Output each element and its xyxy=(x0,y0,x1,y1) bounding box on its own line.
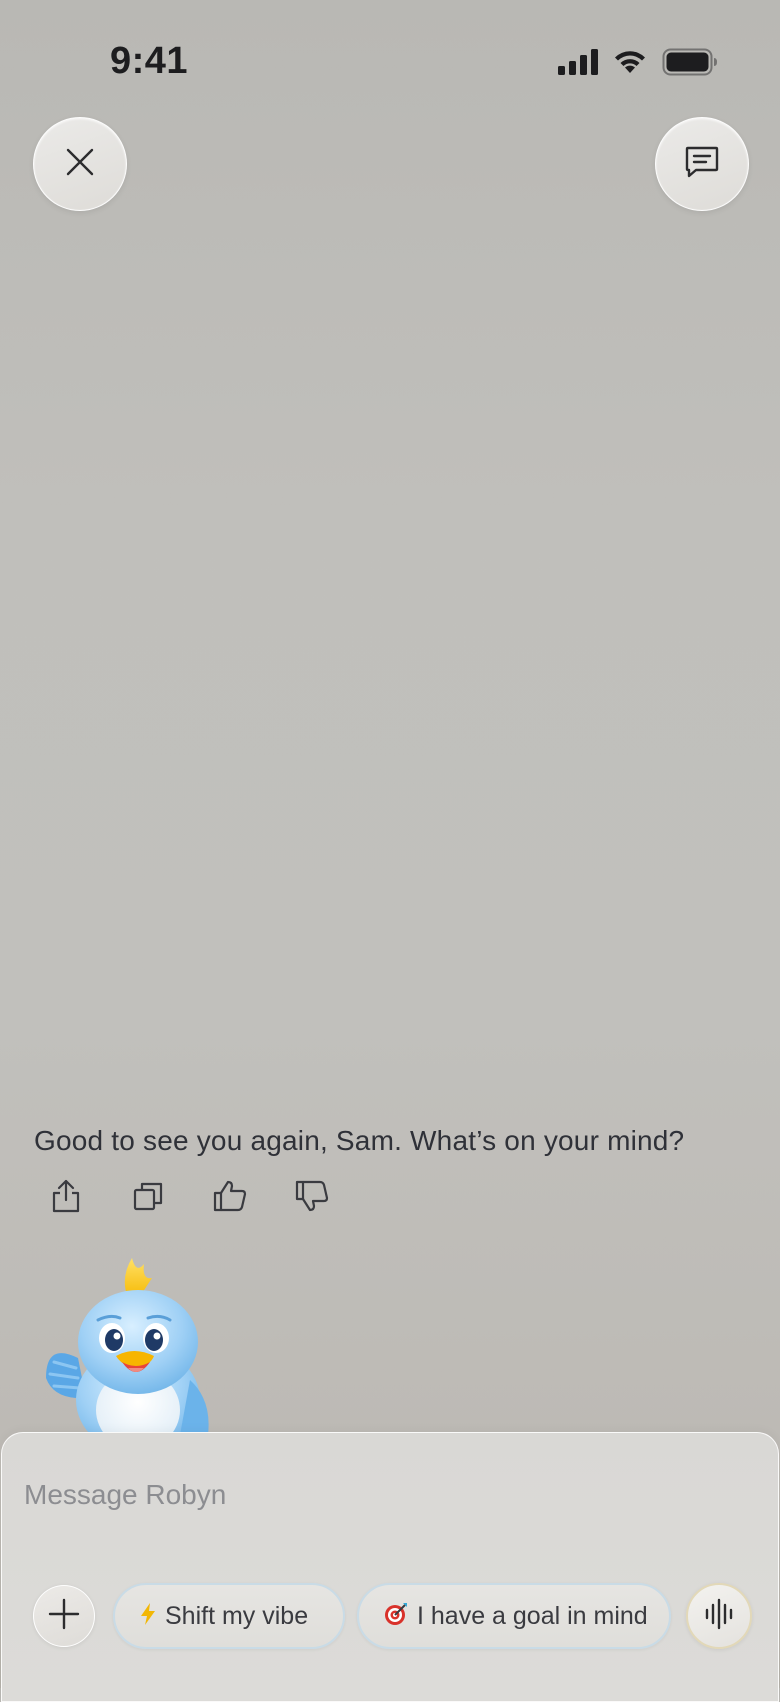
battery-icon xyxy=(662,48,718,81)
status-bar: 9:41 xyxy=(0,0,780,110)
copy-icon xyxy=(132,1180,164,1217)
lightning-icon xyxy=(139,1602,157,1630)
suggestion-chip-label: Shift my vibe xyxy=(165,1601,309,1630)
robyn-mascot-bird xyxy=(40,1250,220,1454)
message-actions xyxy=(48,1178,330,1219)
status-icons xyxy=(558,48,718,81)
suggestion-chip-goal-in-mind[interactable]: I have a goal in mind xyxy=(357,1583,671,1649)
chat-history-button[interactable] xyxy=(655,117,749,211)
wifi-icon xyxy=(612,49,648,80)
share-button[interactable] xyxy=(48,1178,84,1219)
thumbs-down-icon xyxy=(294,1179,330,1218)
sound-wave-icon xyxy=(704,1598,734,1635)
cellular-signal-icon xyxy=(558,49,598,80)
target-icon xyxy=(383,1601,409,1631)
suggestion-chip-label: I have a goal in mind xyxy=(417,1601,648,1630)
plus-icon xyxy=(48,1598,80,1635)
thumbs-up-icon xyxy=(212,1179,248,1218)
copy-button[interactable] xyxy=(130,1180,166,1216)
status-time: 9:41 xyxy=(110,40,189,82)
chat-bubble-icon xyxy=(684,145,720,184)
share-icon xyxy=(50,1178,82,1219)
add-attachment-button[interactable] xyxy=(33,1585,95,1647)
close-icon xyxy=(65,147,95,182)
message-composer: Shift my vibe I have a goal in mind xyxy=(1,1432,779,1702)
suggestion-chip-shift-my-vibe[interactable]: Shift my vibe xyxy=(113,1583,345,1649)
close-button[interactable] xyxy=(33,117,127,211)
assistant-message: Good to see you again, Sam. What’s on yo… xyxy=(34,1125,685,1156)
thumbs-up-button[interactable] xyxy=(212,1180,248,1216)
message-input[interactable] xyxy=(24,1473,724,1517)
thumbs-down-button[interactable] xyxy=(294,1180,330,1216)
voice-mode-button[interactable] xyxy=(686,1583,752,1649)
